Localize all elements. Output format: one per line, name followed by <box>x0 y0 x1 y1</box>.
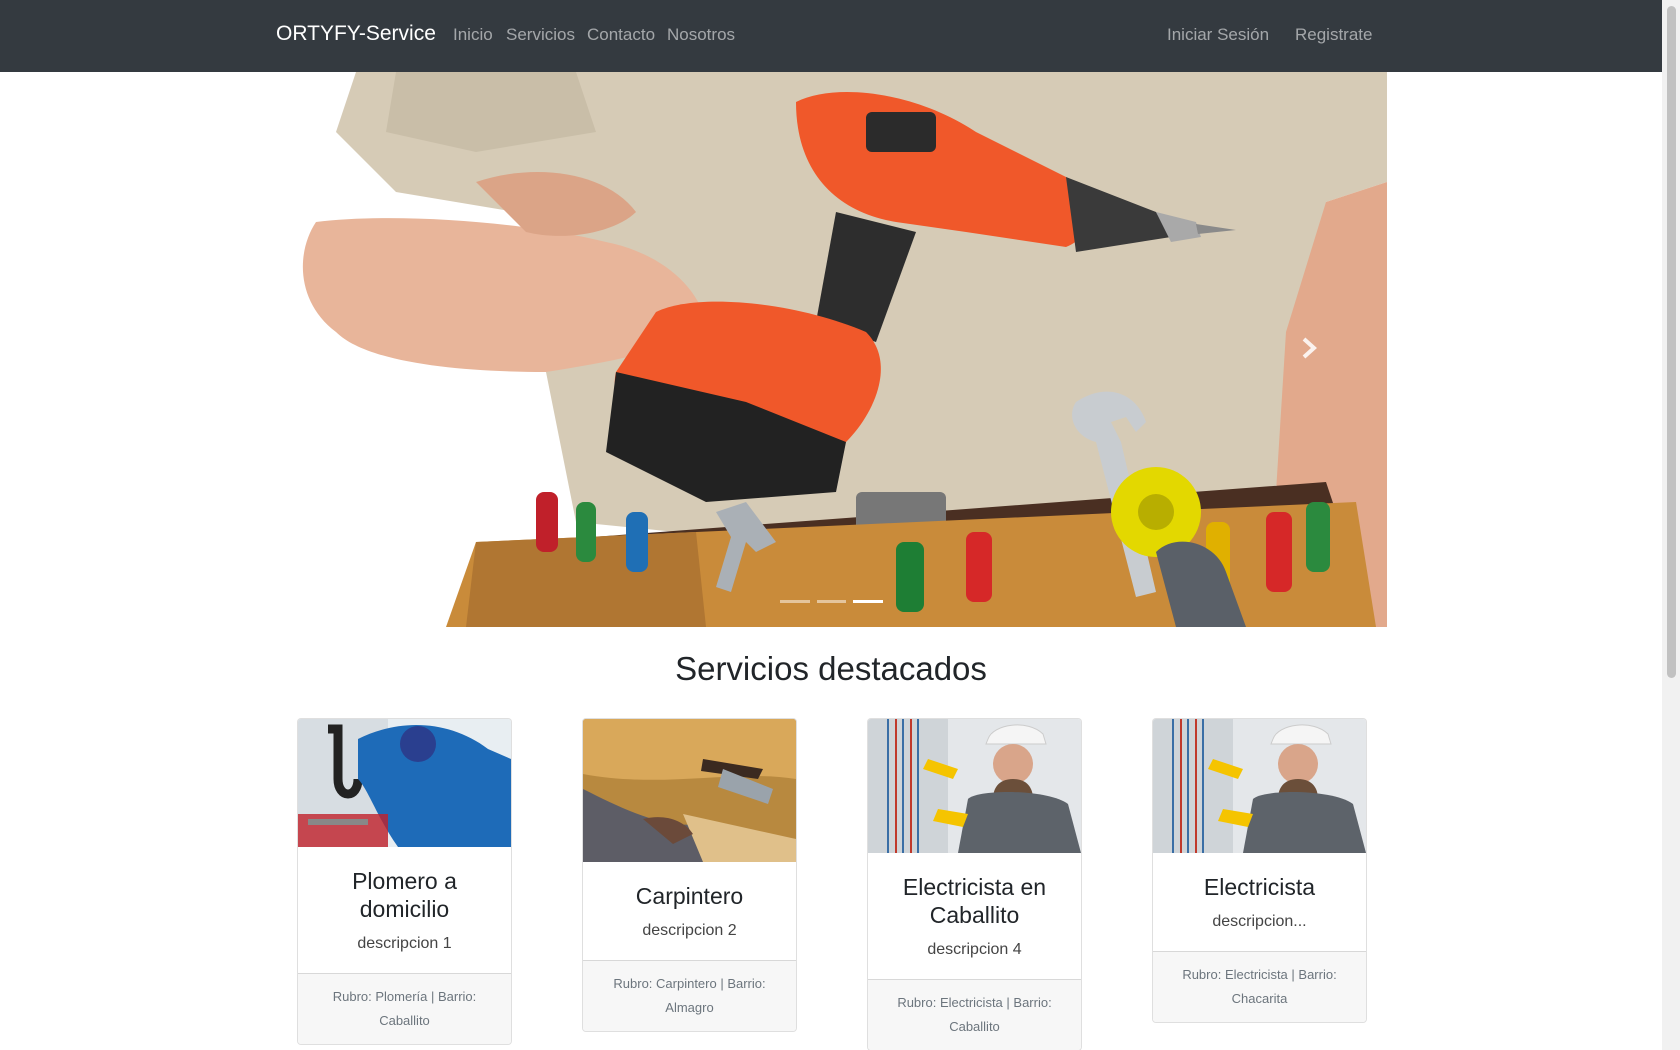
service-card[interactable]: Electricista descripcion... Rubro: Elect… <box>1152 718 1367 1023</box>
card-description: descripcion 1 <box>357 935 452 952</box>
card-title[interactable]: Electricista en Caballito <box>878 873 1071 929</box>
register-link[interactable]: Registrate <box>1295 25 1372 45</box>
scrollbar-thumb[interactable] <box>1667 6 1676 678</box>
nav-link-nosotros[interactable]: Nosotros <box>667 25 735 45</box>
card-title[interactable]: Plomero a domicilio <box>308 867 501 923</box>
card-description: descripcion... <box>1212 913 1307 930</box>
card-description: descripcion 2 <box>642 922 737 939</box>
login-link[interactable]: Iniciar Sesión <box>1167 25 1269 45</box>
hero-carousel <box>276 72 1387 627</box>
card-body: Carpintero descripcion 2 <box>583 862 796 960</box>
navbar: ORTYFY-Service Inicio Servicios Contacto… <box>0 0 1662 72</box>
carousel-indicator-3[interactable] <box>853 600 884 603</box>
carpenter-card-image <box>583 719 796 862</box>
card-footer: Rubro: Carpintero | Barrio: Almagro <box>583 960 796 1031</box>
card-footer: Rubro: Electricista | Barrio: Caballito <box>868 979 1081 1050</box>
card-body: Electricista descripcion... <box>1153 853 1366 951</box>
card-footer: Rubro: Plomería | Barrio: Caballito <box>298 973 511 1044</box>
card-body: Electricista en Caballito descripcion 4 <box>868 853 1081 979</box>
service-card[interactable]: Plomero a domicilio descripcion 1 Rubro:… <box>297 718 512 1045</box>
nav-link-servicios[interactable]: Servicios <box>506 25 575 45</box>
electrician-card-image <box>1153 719 1366 853</box>
carousel-indicator-1[interactable] <box>780 600 810 603</box>
service-card[interactable]: Carpintero descripcion 2 Rubro: Carpinte… <box>582 718 797 1032</box>
card-footer: Rubro: Electricista | Barrio: Chacarita <box>1153 951 1366 1022</box>
card-body: Plomero a domicilio descripcion 1 <box>298 847 511 973</box>
nav-link-inicio[interactable]: Inicio <box>453 25 493 45</box>
card-title[interactable]: Carpintero <box>593 882 786 910</box>
page-scrollbar[interactable] <box>1662 0 1680 1050</box>
service-card[interactable]: Electricista en Caballito descripcion 4 … <box>867 718 1082 1050</box>
chevron-right-icon <box>1302 337 1317 359</box>
card-title[interactable]: Electricista <box>1163 873 1356 901</box>
electrician-card-image <box>868 719 1081 853</box>
plumber-card-image <box>298 719 511 847</box>
carousel-indicators <box>780 597 884 607</box>
hero-worker-image <box>276 72 1387 627</box>
card-description: descripcion 4 <box>927 941 1022 958</box>
brand-logo-link[interactable]: ORTYFY-Service <box>276 22 436 46</box>
carousel-next-button[interactable] <box>1286 325 1332 371</box>
section-title: Servicios destacados <box>675 650 987 687</box>
nav-link-contacto[interactable]: Contacto <box>587 25 655 45</box>
carousel-indicator-2[interactable] <box>816 600 847 603</box>
